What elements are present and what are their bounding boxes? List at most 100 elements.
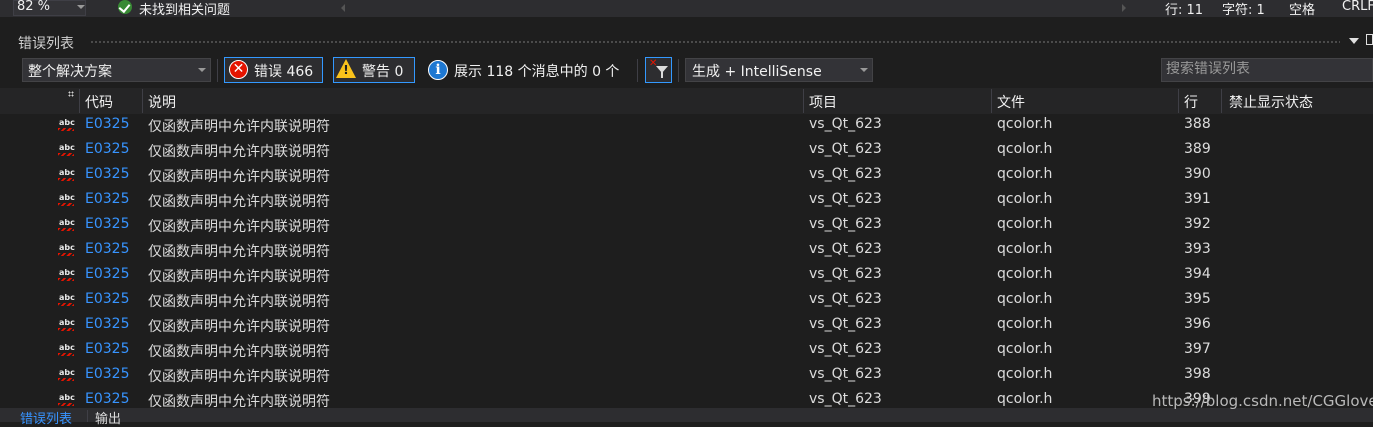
error-file: qcolor.h (997, 341, 1053, 357)
chevron-down-icon[interactable] (860, 68, 868, 72)
abc-squiggle-icon: abc (58, 118, 75, 132)
error-description: 仅函数声明中允许内联说明符 (148, 244, 330, 260)
error-project: vs_Qt_623 (809, 366, 882, 382)
tab-divider (87, 410, 88, 422)
char-indicator[interactable]: 字符: 1 (1222, 0, 1265, 18)
column-header-line[interactable]: 行 (1184, 92, 1198, 112)
table-row[interactable]: abc E0325 仅函数声明中允许内联说明符 vs_Qt_623 qcolor.h 39… (0, 239, 1373, 264)
error-code-link[interactable]: E0325 (85, 266, 129, 282)
tab-output[interactable]: 输出 (95, 408, 121, 427)
error-code-link[interactable]: E0325 (85, 166, 129, 182)
error-code-link[interactable]: E0325 (85, 116, 129, 132)
error-project: vs_Qt_623 (809, 291, 882, 307)
zoom-level: 82 % (17, 0, 51, 14)
table-row[interactable]: abc E0325 仅函数声明中允许内联说明符 vs_Qt_623 qcolor.h 39… (0, 364, 1373, 389)
table-row[interactable]: abc E0325 仅函数声明中允许内联说明符 vs_Qt_623 qcolor.h 39… (0, 164, 1373, 189)
error-code-link[interactable]: E0325 (85, 241, 129, 257)
line-ending-indicator[interactable]: CRLF (1342, 0, 1373, 14)
error-code-link[interactable]: E0325 (85, 191, 129, 207)
error-code-link[interactable]: E0325 (85, 216, 129, 232)
error-project: vs_Qt_623 (809, 141, 882, 157)
grid-header (0, 88, 1373, 114)
warnings-count-label: 警告 0 (362, 64, 404, 80)
column-chooser-icon[interactable] (68, 91, 74, 97)
table-row[interactable]: abc E0325 仅函数声明中允许内联说明符 vs_Qt_623 qcolor.h 38… (0, 139, 1373, 164)
abc-squiggle-icon: abc (58, 368, 75, 382)
column-header-suppression[interactable]: 禁止显示状态 (1229, 92, 1313, 112)
column-header-code[interactable]: 代码 (85, 92, 113, 112)
issues-status[interactable]: 未找到相关问题 (139, 0, 230, 18)
error-project: vs_Qt_623 (809, 116, 882, 132)
window-menu-icon[interactable] (1349, 38, 1359, 44)
abc-squiggle-icon: abc (58, 293, 75, 307)
error-file: qcolor.h (997, 141, 1053, 157)
abc-squiggle-icon: abc (58, 268, 75, 282)
pin-icon[interactable] (1366, 34, 1373, 45)
column-divider[interactable] (803, 89, 804, 113)
panel-title: 错误列表 (18, 36, 74, 52)
search-input[interactable] (1166, 61, 1366, 77)
column-divider[interactable] (79, 89, 80, 113)
build-source-value: 生成 + IntelliSense (692, 64, 822, 80)
error-file: qcolor.h (997, 366, 1053, 382)
table-row[interactable]: abc E0325 仅函数声明中允许内联说明符 vs_Qt_623 qcolor.h 39… (0, 189, 1373, 214)
chevron-down-icon[interactable] (77, 5, 85, 9)
error-code-link[interactable]: E0325 (85, 391, 129, 407)
error-description: 仅函数声明中允许内联说明符 (148, 144, 330, 160)
error-line: 389 (1184, 141, 1211, 157)
error-file: qcolor.h (997, 166, 1053, 182)
column-divider[interactable] (1178, 89, 1179, 113)
error-code-link[interactable]: E0325 (85, 141, 129, 157)
info-i-glyph: i (435, 62, 441, 78)
drag-grip[interactable] (90, 40, 1340, 44)
column-header-project[interactable]: 项目 (809, 92, 837, 112)
error-project: vs_Qt_623 (809, 266, 882, 282)
scroll-left-icon[interactable] (341, 4, 345, 12)
error-file: qcolor.h (997, 391, 1053, 407)
error-x-glyph: ✕ (232, 61, 245, 77)
abc-squiggle-icon: abc (58, 168, 75, 182)
scroll-right-icon[interactable] (1122, 4, 1126, 12)
chevron-down-icon[interactable] (198, 68, 206, 72)
table-row[interactable]: abc E0325 仅函数声明中允许内联说明符 vs_Qt_623 qcolor.h 39… (0, 264, 1373, 289)
error-file: qcolor.h (997, 191, 1053, 207)
error-description: 仅函数声明中允许内联说明符 (148, 294, 330, 310)
column-divider[interactable] (991, 89, 992, 113)
abc-squiggle-icon: abc (58, 218, 75, 232)
error-line: 397 (1184, 341, 1211, 357)
column-divider[interactable] (142, 89, 143, 113)
table-row[interactable]: abc E0325 仅函数声明中允许内联说明符 vs_Qt_623 qcolor.h 39… (0, 314, 1373, 339)
column-header-file[interactable]: 文件 (997, 92, 1025, 112)
error-project: vs_Qt_623 (809, 341, 882, 357)
error-code-link[interactable]: E0325 (85, 366, 129, 382)
abc-squiggle-icon: abc (58, 318, 75, 332)
indent-indicator[interactable]: 空格 (1289, 0, 1315, 18)
error-code-link[interactable]: E0325 (85, 291, 129, 307)
toolbar-divider (637, 59, 638, 82)
line-indicator[interactable]: 行: 11 (1165, 0, 1203, 18)
error-line: 390 (1184, 166, 1211, 182)
error-file: qcolor.h (997, 316, 1053, 332)
error-file: qcolor.h (997, 266, 1053, 282)
error-code-link[interactable]: E0325 (85, 316, 129, 332)
error-description: 仅函数声明中允许内联说明符 (148, 169, 330, 185)
error-line: 393 (1184, 241, 1211, 257)
table-row[interactable]: abc E0325 仅函数声明中允许内联说明符 vs_Qt_623 qcolor.h 38… (0, 114, 1373, 139)
abc-squiggle-icon: abc (58, 343, 75, 357)
error-description: 仅函数声明中允许内联说明符 (148, 219, 330, 235)
tab-error-list[interactable]: 错误列表 (20, 408, 72, 427)
abc-squiggle-icon: abc (58, 143, 75, 157)
column-header-description[interactable]: 说明 (148, 92, 176, 112)
abc-squiggle-icon: abc (58, 243, 75, 257)
column-divider[interactable] (1221, 89, 1222, 113)
messages-filter-label[interactable]: 展示 118 个消息中的 0 个 (454, 61, 619, 81)
error-code-link[interactable]: E0325 (85, 341, 129, 357)
error-description: 仅函数声明中允许内联说明符 (148, 344, 330, 360)
error-description: 仅函数声明中允许内联说明符 (148, 319, 330, 335)
table-row[interactable]: abc E0325 仅函数声明中允许内联说明符 vs_Qt_623 qcolor.h 39… (0, 339, 1373, 364)
table-row[interactable]: abc E0325 仅函数声明中允许内联说明符 vs_Qt_623 qcolor.h 39… (0, 289, 1373, 314)
error-line: 392 (1184, 216, 1211, 232)
table-row[interactable]: abc E0325 仅函数声明中允许内联说明符 vs_Qt_623 qcolor.h 39… (0, 214, 1373, 239)
filter-funnel-stem (661, 72, 663, 78)
watermark: https://blog.csdn.net/CGGlove (1152, 392, 1373, 410)
